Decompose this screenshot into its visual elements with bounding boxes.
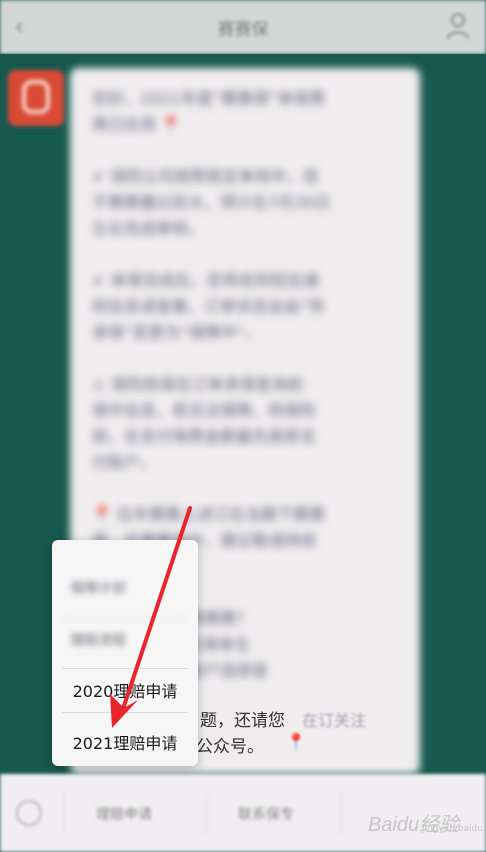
message-fragment: 题，还请您 xyxy=(200,711,285,731)
menu-contact[interactable]: 联系保专 xyxy=(238,804,294,824)
popup-divider xyxy=(62,712,188,713)
claim-2020-menu-item[interactable]: 2020理赔申请 xyxy=(52,678,198,702)
popup-divider xyxy=(62,668,188,669)
popup-item-blurred[interactable]: 保障计划 xyxy=(70,578,126,598)
menu-divider xyxy=(340,792,341,834)
message-paragraph: ⚠ 保险核保在订单承保查询前 保中信息，若无法保障，则保险 核，在支付保费金额最… xyxy=(92,375,317,472)
message-paragraph: 您好，2021年度“赛赛保”单保费 再已应用 📍 xyxy=(92,89,326,134)
nav-bar: ‹ 赛赛保 xyxy=(0,0,486,54)
watermark-url: jingyan.baidu.com xyxy=(422,824,486,834)
menu-divider xyxy=(206,792,207,834)
menu-claim[interactable]: 理赔申请 xyxy=(96,804,152,824)
claim-2021-menu-item[interactable]: 2021理赔申请 xyxy=(52,730,198,754)
watermark-logo: Baidu经验 jingyan.baidu.com xyxy=(366,796,486,840)
message-fragment-faded: 📍 xyxy=(286,732,306,751)
message-paragraph: ✔ 单保完成后，您将收到短信通 知信息请查看，订单状态会由“待 承保”变更为“保… xyxy=(92,271,325,342)
page-title: 赛赛保 xyxy=(217,20,269,40)
popup-divider xyxy=(62,618,188,619)
person-icon[interactable] xyxy=(446,12,470,40)
claim-popup-menu: 保障计划 理赔流程 2020理赔申请 2021理赔申请 xyxy=(52,540,198,766)
menu-divider xyxy=(64,792,65,834)
message-fragment: 公众号。 xyxy=(196,737,264,757)
message-fragment-faded: 在订关注 xyxy=(302,711,367,730)
keyboard-icon[interactable] xyxy=(16,800,42,826)
popup-item-blurred[interactable]: 理赔流程 xyxy=(70,630,126,650)
logo-icon xyxy=(22,80,50,114)
popup-blurred-items: 保障计划 理赔流程 xyxy=(52,540,198,668)
message-paragraph: ✔ 保险公司按照核定单规中，但 于赛赛量比较大，预计在7月30日 左右完成审核。 xyxy=(92,167,331,238)
avatar[interactable] xyxy=(8,70,64,126)
